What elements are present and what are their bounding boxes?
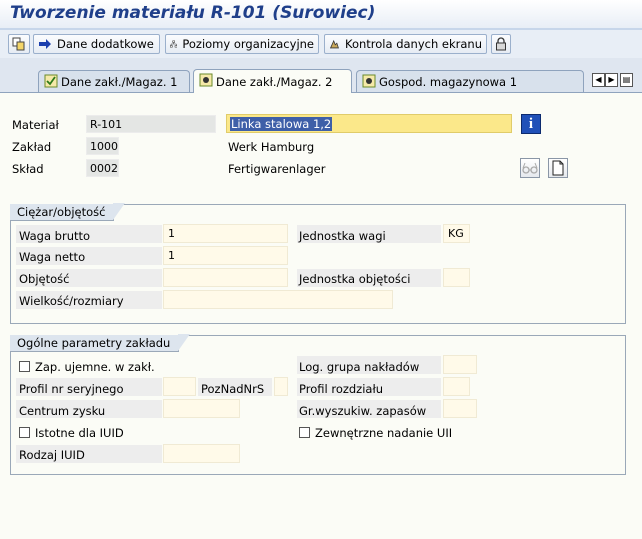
waga-netto-label: Waga netto: [19, 250, 86, 264]
waga-netto-input[interactable]: 1: [163, 246, 288, 265]
sklad-field: 0002: [86, 159, 119, 177]
objetosc-label: Objętość: [19, 272, 70, 286]
jednostka-wagi-label: Jednostka wagi: [299, 229, 386, 243]
zewnetrzne-uii-label: Zewnętrzne nadanie UII: [315, 426, 453, 440]
info-icon: i: [528, 116, 534, 132]
glasses-button[interactable]: [520, 158, 540, 178]
material-description-field[interactable]: Linka stalowa 1,2: [226, 114, 512, 133]
document-button[interactable]: [548, 158, 568, 178]
rodzaj-iuid-label: Rodzaj IUID: [19, 448, 85, 462]
log-grupa-label: Log. grupa nakładów: [299, 360, 420, 374]
waga-brutto-label: Waga brutto: [19, 229, 91, 243]
kontrola-danych-button[interactable]: Kontrola danych ekranu: [324, 34, 487, 54]
dane-dodatkowe-label: Dane dodatkowe: [57, 37, 154, 51]
lock-button[interactable]: [491, 34, 511, 54]
waga-brutto-input[interactable]: 1: [163, 224, 288, 243]
zaklad-field: 1000: [86, 137, 119, 155]
centrum-zysku-input[interactable]: [163, 399, 240, 418]
jednostka-wagi-input[interactable]: KG: [443, 224, 470, 243]
wielkosc-input[interactable]: [163, 290, 393, 309]
zap-ujemne-label: Zap. ujemne. w zakł.: [35, 360, 155, 374]
weight-volume-group-title: Ciężar/objętość: [10, 203, 126, 221]
tab-status-icon: [362, 74, 376, 88]
active-tab-icon: [199, 73, 213, 87]
rodzaj-iuid-input[interactable]: [163, 444, 240, 463]
dane-dodatkowe-button[interactable]: Dane dodatkowe: [33, 34, 160, 54]
info-button[interactable]: i: [521, 114, 541, 134]
profil-rozdzialu-input[interactable]: [443, 377, 470, 396]
org-levels-icon: [170, 40, 178, 48]
tab-label: Dane zakł./Magaz. 2: [216, 74, 333, 89]
jednostka-objetosci-label: Jednostka objętości: [299, 272, 411, 286]
jednostka-objetosci-input[interactable]: [443, 268, 470, 287]
switch-view-icon: [12, 37, 25, 51]
objetosc-input[interactable]: [163, 268, 288, 287]
poznadnrs-label: PozNadNrS: [201, 382, 265, 396]
profil-nr-seryjnego-input[interactable]: [163, 377, 196, 396]
tab-gospod-magazynowa-1[interactable]: Gospod. magazynowa 1: [356, 70, 584, 92]
zewnetrzne-uii-checkbox[interactable]: [299, 427, 310, 438]
profil-rozdzialu-label: Profil rozdziału: [299, 382, 384, 396]
check-data-icon: [329, 39, 339, 49]
plant-parameters-group-title: Ogólne parametry zakładu: [10, 334, 191, 352]
kontrola-label: Kontrola danych ekranu: [344, 37, 482, 51]
poziomy-label: Poziomy organizacyjne: [182, 37, 314, 51]
profil-nr-seryjnego-label: Profil nr seryjnego: [19, 382, 124, 396]
document-icon: [552, 160, 564, 176]
tab-scroll-left-button[interactable]: ◀: [592, 73, 605, 87]
lock-icon: [496, 37, 506, 51]
zap-ujemne-checkbox[interactable]: [19, 361, 30, 372]
checked-tab-icon: [44, 74, 58, 88]
tab-dane-zakl-magaz-1[interactable]: Dane zakł./Magaz. 1: [38, 70, 190, 92]
log-grupa-input[interactable]: [443, 355, 477, 374]
tab-label: Dane zakł./Magaz. 1: [61, 74, 178, 89]
switch-view-button[interactable]: [8, 34, 30, 54]
material-description-text: Linka stalowa 1,2: [230, 117, 333, 131]
glasses-icon: [522, 162, 538, 174]
tab-dane-zakl-magaz-2[interactable]: Dane zakł./Magaz. 2: [193, 69, 352, 93]
zaklad-label: Zakład: [12, 140, 52, 154]
sklad-label: Skład: [12, 162, 44, 176]
tab-list-button[interactable]: ▤: [620, 73, 633, 87]
tab-label: Gospod. magazynowa 1: [379, 74, 518, 89]
istotne-iuid-checkbox[interactable]: [19, 427, 30, 438]
gr-wyszukiw-label: Gr.wyszukiw. zapasów: [299, 404, 427, 418]
poziomy-organizacyjne-button[interactable]: Poziomy organizacyjne: [165, 34, 319, 54]
arrow-right-icon: [39, 39, 51, 49]
wielkosc-label: Wielkość/rozmiary: [19, 294, 124, 308]
zaklad-description: Werk Hamburg: [228, 140, 315, 154]
poznadnrs-input[interactable]: [274, 377, 288, 396]
centrum-zysku-label: Centrum zysku: [19, 404, 106, 418]
material-field: R-101: [86, 115, 216, 133]
page-title: Tworzenie materiału R-101 (Surowiec): [10, 3, 376, 23]
gr-wyszukiw-input[interactable]: [443, 399, 477, 418]
istotne-iuid-label: Istotne dla IUID: [35, 426, 124, 440]
tab-scroll-right-button[interactable]: ▶: [605, 73, 618, 87]
sklad-description: Fertigwarenlager: [228, 162, 326, 176]
